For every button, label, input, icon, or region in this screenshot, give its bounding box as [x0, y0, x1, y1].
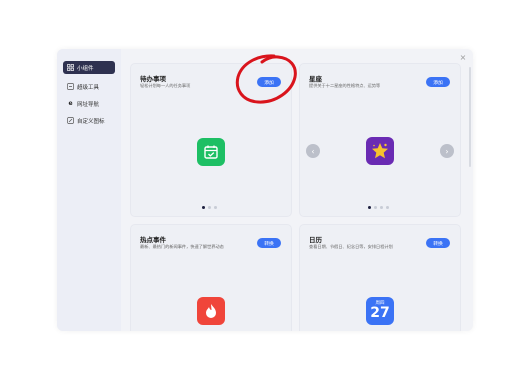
- sidebar-item-label: 超级工具: [77, 84, 100, 91]
- carousel-dot[interactable]: [208, 206, 211, 209]
- sidebar-item-label: 小组件: [77, 65, 94, 72]
- calendar-icon: 周四 27: [366, 297, 394, 325]
- carousel-dot[interactable]: [214, 206, 217, 209]
- sidebar-item-super-tools[interactable]: 超级工具: [63, 80, 115, 93]
- widget-card-calendar: 日历 查看日期、节假日、纪念日等，安排日程计划 转换 周四 27: [299, 224, 461, 331]
- chevron-left-icon[interactable]: ‹: [306, 144, 320, 158]
- carousel-dots: [202, 206, 217, 209]
- close-icon[interactable]: ×: [459, 54, 467, 62]
- grid-icon: [67, 64, 74, 71]
- sidebar-item-widgets[interactable]: 小组件: [63, 61, 115, 74]
- card-description: 最新、最热门的新闻事件，快速了解世界动态: [140, 244, 224, 249]
- switch-button[interactable]: 转换: [257, 238, 281, 248]
- star-icon: [366, 137, 394, 165]
- card-title: 待办事项: [140, 75, 166, 83]
- chevron-right-icon[interactable]: ›: [440, 144, 454, 158]
- carousel-dot[interactable]: [202, 206, 205, 209]
- add-button[interactable]: 添加: [426, 77, 450, 87]
- widget-card-hot-events: 热点事件 最新、最热门的新闻事件，快速了解世界动态 转换: [130, 224, 292, 331]
- carousel-dots: [368, 206, 389, 209]
- carousel-dot[interactable]: [380, 206, 383, 209]
- card-description: 轻松计划每一人的任务事项: [140, 83, 191, 88]
- switch-button[interactable]: 转换: [426, 238, 450, 248]
- carousel-dot[interactable]: [374, 206, 377, 209]
- sidebar-item-label: 网址导航: [77, 101, 100, 108]
- card-title: 热点事件: [140, 236, 166, 244]
- browser-icon: e: [68, 100, 73, 107]
- tools-icon: [67, 83, 74, 90]
- annotation-circle: [235, 54, 297, 104]
- calendar-check-icon: [197, 138, 225, 166]
- card-description: 提供关于十二星座的性格特点、运势等: [309, 83, 381, 88]
- sidebar: 小组件 超级工具 e 网址导航 自定义图标: [57, 49, 121, 331]
- carousel-dot[interactable]: [386, 206, 389, 209]
- card-title: 星座: [309, 75, 322, 83]
- custom-icon: [67, 117, 74, 124]
- carousel-dot[interactable]: [368, 206, 371, 209]
- widget-card-constellation: 星座 提供关于十二星座的性格特点、运势等 添加 ‹ ›: [299, 63, 461, 217]
- fire-icon: [197, 297, 225, 325]
- card-title: 日历: [309, 236, 322, 244]
- sidebar-item-label: 自定义图标: [77, 118, 105, 125]
- card-description: 查看日期、节假日、纪念日等，安排日程计划: [309, 244, 393, 249]
- sidebar-item-custom-icon[interactable]: 自定义图标: [63, 114, 115, 127]
- calendar-day: 27: [370, 305, 390, 321]
- sidebar-item-url-nav[interactable]: e 网址导航: [63, 97, 115, 110]
- scrollbar[interactable]: [469, 67, 471, 167]
